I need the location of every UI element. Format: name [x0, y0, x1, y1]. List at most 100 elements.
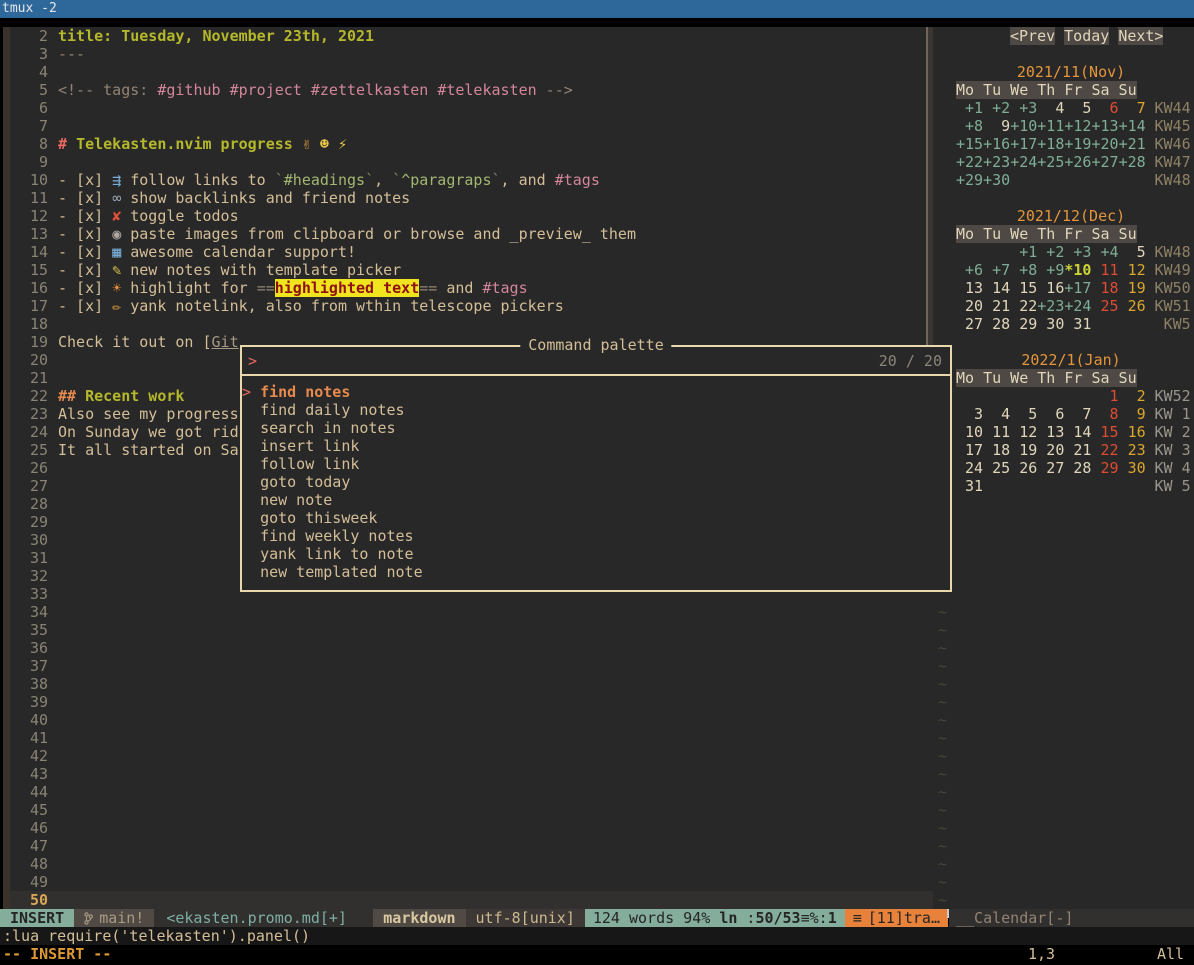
calendar-day[interactable]: 30 — [1037, 315, 1064, 333]
calendar-next-button[interactable]: Next> — [1118, 27, 1163, 45]
editor-line[interactable]: 8# Telekasten.nvim progress ✌ ☻ ⚡ — [10, 135, 933, 153]
calendar-day[interactable]: +10 — [1010, 117, 1037, 135]
calendar-day[interactable]: 18 — [983, 441, 1010, 459]
calendar-day[interactable]: +6 — [956, 261, 983, 279]
calendar-day[interactable]: +23 — [983, 153, 1010, 171]
calendar-today-button[interactable]: Today — [1064, 27, 1109, 45]
calendar-prev-button[interactable]: <Prev — [1010, 27, 1055, 45]
calendar-day[interactable]: +4 — [1091, 243, 1118, 261]
palette-item[interactable]: new templated note — [242, 563, 950, 581]
calendar-day[interactable]: +18 — [1037, 135, 1064, 153]
calendar-day[interactable]: 10 — [956, 423, 983, 441]
calendar-day[interactable]: +8 — [1010, 261, 1037, 279]
calendar-day[interactable]: 7 — [1064, 405, 1091, 423]
calendar-day[interactable]: 15 — [1010, 279, 1037, 297]
calendar-day[interactable]: +24 — [1064, 297, 1091, 315]
calendar-day[interactable]: +24 — [1010, 153, 1037, 171]
editor-line[interactable]: 15- [x] ✎ new notes with template picker — [10, 261, 933, 279]
editor-line[interactable]: 4 — [10, 63, 933, 81]
calendar-day[interactable]: 6 — [1037, 405, 1064, 423]
calendar-day[interactable]: +7 — [983, 261, 1010, 279]
calendar-day[interactable]: 4 — [983, 405, 1010, 423]
editor-line[interactable]: 3--- — [10, 45, 933, 63]
calendar-day[interactable]: 31 — [956, 477, 983, 495]
calendar-day[interactable]: +9 — [1037, 261, 1064, 279]
editor-line[interactable]: 35 — [10, 621, 933, 639]
palette-item[interactable]: goto today — [242, 473, 950, 491]
calendar-day[interactable]: 19 — [1119, 279, 1146, 297]
palette-item[interactable]: insert link — [242, 437, 950, 455]
calendar-day[interactable]: 7 — [1119, 99, 1146, 117]
calendar-day[interactable]: 12 — [1010, 423, 1037, 441]
calendar-day[interactable]: +19 — [1064, 135, 1091, 153]
editor-line[interactable]: 2title: Tuesday, November 23th, 2021 — [10, 27, 933, 45]
calendar-day[interactable]: +13 — [1091, 117, 1118, 135]
editor-line[interactable]: 50 — [10, 891, 933, 909]
palette-item[interactable]: > find notes — [242, 383, 950, 401]
calendar-day[interactable]: 24 — [956, 459, 983, 477]
editor-line[interactable]: 34 — [10, 603, 933, 621]
calendar-day[interactable]: *10 — [1064, 261, 1091, 279]
calendar-day[interactable]: 12 — [1119, 261, 1146, 279]
palette-item[interactable]: find daily notes — [242, 401, 950, 419]
calendar-day[interactable]: 11 — [1091, 261, 1118, 279]
editor-line[interactable]: 47 — [10, 837, 933, 855]
editor-line[interactable]: 36 — [10, 639, 933, 657]
palette-item[interactable]: new note — [242, 491, 950, 509]
editor-line[interactable]: 38 — [10, 675, 933, 693]
editor-line[interactable]: 5<!-- tags: #github #project #zettelkast… — [10, 81, 933, 99]
calendar-day[interactable]: +25 — [1037, 153, 1064, 171]
calendar-day[interactable]: 13 — [956, 279, 983, 297]
calendar-day[interactable]: +12 — [1064, 117, 1091, 135]
editor-line[interactable]: 6 — [10, 99, 933, 117]
calendar-day[interactable]: +28 — [1119, 153, 1146, 171]
editor-line[interactable]: 12- [x] ✘ toggle todos — [10, 207, 933, 225]
calendar-day[interactable]: 17 — [956, 441, 983, 459]
calendar-day[interactable]: +27 — [1091, 153, 1118, 171]
calendar-day[interactable]: 15 — [1091, 423, 1118, 441]
editor-line[interactable]: 9 — [10, 153, 933, 171]
calendar-day[interactable]: +21 — [1119, 135, 1146, 153]
calendar-day[interactable]: 1 — [1091, 387, 1118, 405]
calendar-day[interactable]: +1 — [956, 99, 983, 117]
calendar-day[interactable]: 20 — [956, 297, 983, 315]
editor-line[interactable]: 16- [x] ☀ highlight for ==highlighted te… — [10, 279, 933, 297]
editor-line[interactable]: 44 — [10, 783, 933, 801]
calendar-day[interactable]: 16 — [1037, 279, 1064, 297]
calendar-day[interactable]: 9 — [983, 117, 1010, 135]
editor-line[interactable]: 7 — [10, 117, 933, 135]
calendar-day[interactable]: 30 — [1119, 459, 1146, 477]
editor-line[interactable]: 43 — [10, 765, 933, 783]
calendar-day[interactable]: 29 — [1091, 459, 1118, 477]
editor-line[interactable]: 40 — [10, 711, 933, 729]
calendar-day[interactable]: 5 — [1064, 99, 1091, 117]
calendar-day[interactable]: +20 — [1091, 135, 1118, 153]
calendar-day[interactable]: 20 — [1037, 441, 1064, 459]
calendar-day[interactable]: +22 — [956, 153, 983, 171]
calendar-day[interactable]: 11 — [983, 423, 1010, 441]
palette-item[interactable]: yank link to note — [242, 545, 950, 563]
palette-item[interactable]: find weekly notes — [242, 527, 950, 545]
editor-line[interactable]: 10- [x] ⇶ follow links to `#headings`, `… — [10, 171, 933, 189]
calendar-day[interactable]: 19 — [1010, 441, 1037, 459]
calendar-day[interactable]: +11 — [1037, 117, 1064, 135]
calendar-day[interactable]: +14 — [1119, 117, 1146, 135]
calendar-day[interactable]: 22 — [1091, 441, 1118, 459]
calendar-day[interactable]: 14 — [983, 279, 1010, 297]
calendar-day[interactable]: +2 — [983, 99, 1010, 117]
editor-line[interactable]: 14- [x] ▦ awesome calendar support! — [10, 243, 933, 261]
editor-line[interactable]: 17- [x] ✏ yank notelink, also from wthin… — [10, 297, 933, 315]
calendar-day[interactable]: +23 — [1037, 297, 1064, 315]
calendar-day[interactable]: +17 — [1064, 279, 1091, 297]
calendar-day[interactable]: 2 — [1119, 387, 1146, 405]
calendar-day[interactable]: 9 — [1119, 405, 1146, 423]
calendar-day[interactable]: 23 — [1119, 441, 1146, 459]
calendar-day[interactable]: +29 — [956, 171, 983, 189]
palette-item[interactable]: goto thisweek — [242, 509, 950, 527]
calendar-day[interactable]: 26 — [1119, 297, 1146, 315]
editor-line[interactable]: 39 — [10, 693, 933, 711]
calendar-day[interactable]: +2 — [1037, 243, 1064, 261]
editor-line[interactable]: 37 — [10, 657, 933, 675]
calendar-day[interactable]: +3 — [1064, 243, 1091, 261]
calendar-day[interactable]: +26 — [1064, 153, 1091, 171]
